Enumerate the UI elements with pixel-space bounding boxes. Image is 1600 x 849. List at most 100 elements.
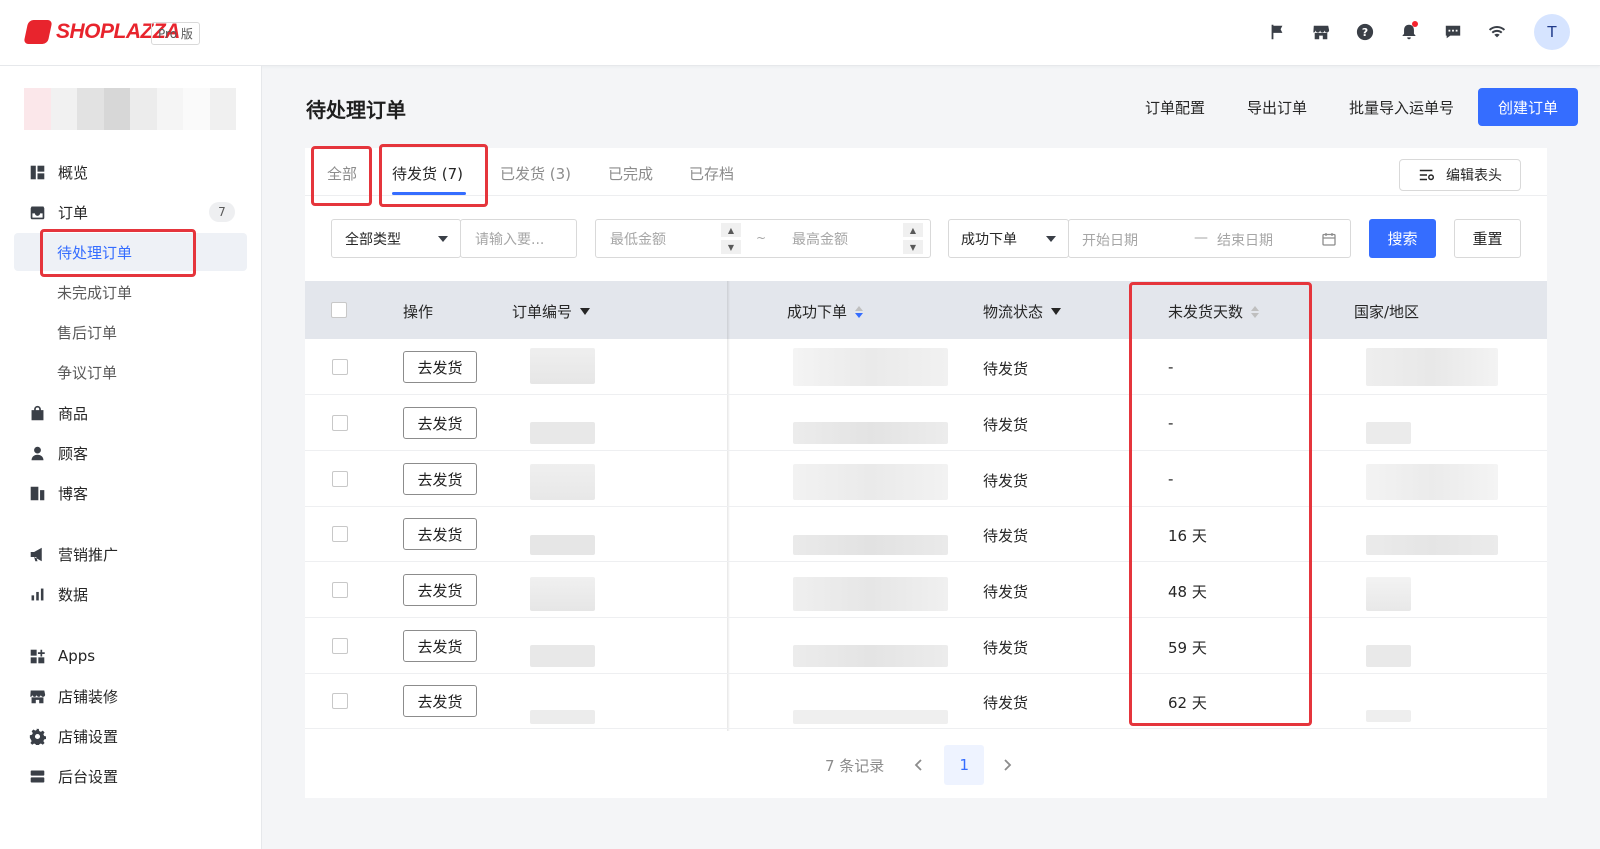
user-avatar[interactable]: T xyxy=(1534,14,1570,50)
reset-button[interactable]: 重置 xyxy=(1454,219,1521,258)
sidebar-item-label: 数据 xyxy=(58,585,89,604)
date-type-select-value: 成功下单 xyxy=(961,231,1017,248)
sidebar-item-after-sales-orders[interactable]: 售后订单 xyxy=(14,313,247,351)
message-icon[interactable] xyxy=(1442,21,1464,43)
filter-dropdown-icon[interactable] xyxy=(1051,308,1062,315)
wifi-icon[interactable] xyxy=(1486,21,1508,43)
sidebar-item-store-settings[interactable]: 店铺设置 xyxy=(14,717,247,755)
sidebar-item-admin-settings[interactable]: 后台设置 xyxy=(14,757,247,795)
sidebar-item-apps[interactable]: Apps xyxy=(14,637,247,675)
sidebar-item-customers[interactable]: 顾客 xyxy=(14,434,247,472)
calendar-icon xyxy=(1322,233,1336,246)
row-checkbox[interactable] xyxy=(332,415,348,431)
column-header-label: 操作 xyxy=(403,303,434,321)
country-redacted xyxy=(1366,710,1411,722)
sidebar-item-blog[interactable]: 博客 xyxy=(14,474,247,512)
highlight-unshipped-days-column xyxy=(1129,282,1312,726)
server-icon xyxy=(28,767,46,785)
row-checkbox[interactable] xyxy=(332,359,348,375)
stepper-down-icon[interactable]: ▼ xyxy=(903,240,923,254)
help-icon[interactable]: ? xyxy=(1354,21,1376,43)
sidebar-item-products[interactable]: 商品 xyxy=(14,394,247,432)
sidebar-item-orders[interactable]: 订单 7 xyxy=(14,193,247,231)
select-all-checkbox[interactable] xyxy=(331,302,347,318)
tab-completed[interactable]: 已完成 xyxy=(608,163,653,184)
ship-order-button[interactable]: 去发货 xyxy=(403,407,477,439)
store-icon[interactable] xyxy=(1310,21,1332,43)
sidebar-item-overview[interactable]: 概览 xyxy=(14,153,247,191)
table-row: 去发货 待发货 16 天 xyxy=(305,507,1547,562)
row-checkbox[interactable] xyxy=(332,638,348,654)
ship-order-button[interactable]: 去发货 xyxy=(403,630,477,662)
ship-order-button[interactable]: 去发货 xyxy=(403,685,477,717)
svg-text:?: ? xyxy=(1362,26,1368,39)
export-orders-button[interactable]: 导出订单 xyxy=(1247,97,1307,118)
keyword-input[interactable]: 请输入要... xyxy=(460,219,577,258)
sidebar-item-label: 概览 xyxy=(58,163,89,182)
row-checkbox[interactable] xyxy=(332,693,348,709)
stepper-up-icon[interactable]: ▲ xyxy=(721,223,741,237)
page-number-button[interactable]: 1 xyxy=(944,745,985,785)
edit-table-header-button[interactable]: 编辑表头 xyxy=(1399,159,1521,191)
sort-icon[interactable] xyxy=(855,305,864,318)
store-name-redacted[interactable] xyxy=(24,88,236,130)
sidebar-item-label: 店铺设置 xyxy=(58,727,119,746)
search-button[interactable]: 搜索 xyxy=(1369,219,1436,258)
column-header-order-date[interactable]: 成功下单 xyxy=(787,301,864,322)
sidebar-item-label: 店铺装修 xyxy=(58,687,119,706)
sidebar-item-disputed-orders[interactable]: 争议订单 xyxy=(14,353,247,391)
column-header-label: 国家/地区 xyxy=(1354,303,1420,321)
order-number-redacted xyxy=(530,535,595,555)
bell-icon[interactable] xyxy=(1398,21,1420,43)
apps-icon xyxy=(28,647,46,665)
sidebar-item-incomplete-orders[interactable]: 未完成订单 xyxy=(14,273,247,311)
chevron-right-icon[interactable] xyxy=(998,756,1016,774)
flag-icon[interactable] xyxy=(1266,21,1288,43)
country-redacted xyxy=(1366,577,1411,611)
sidebar-item-store-design[interactable]: 店铺装修 xyxy=(14,677,247,715)
order-config-button[interactable]: 订单配置 xyxy=(1145,97,1205,118)
filter-dropdown-icon[interactable] xyxy=(580,308,591,315)
sidebar-item-label: 后台设置 xyxy=(58,767,119,786)
row-checkbox[interactable] xyxy=(332,471,348,487)
date-range-picker[interactable]: 开始日期 — 结束日期 xyxy=(1068,219,1351,258)
edit-table-header-label: 编辑表头 xyxy=(1446,168,1502,184)
store-icon xyxy=(28,687,46,705)
sidebar-item-label: 顾客 xyxy=(58,444,89,463)
create-order-button[interactable]: 创建订单 xyxy=(1477,88,1578,126)
start-date-placeholder: 开始日期 xyxy=(1082,233,1138,249)
stepper-down-icon[interactable]: ▼ xyxy=(721,240,741,254)
ship-order-button[interactable]: 去发货 xyxy=(403,463,477,495)
order-type-select[interactable]: 全部类型 xyxy=(331,219,461,258)
country-redacted xyxy=(1366,464,1498,500)
max-amount-input[interactable]: 最高金额 ▲ ▼ xyxy=(778,220,931,257)
column-header-logistics-status[interactable]: 物流状态 xyxy=(983,301,1062,322)
amount-range-input: 最低金额 ▲ ▼ ~ 最高金额 ▲ ▼ xyxy=(595,219,931,258)
blog-icon xyxy=(28,484,46,502)
column-header-order-number[interactable]: 订单编号 xyxy=(512,301,591,322)
tab-archived[interactable]: 已存档 xyxy=(689,163,734,184)
inbox-icon xyxy=(28,203,46,221)
ship-order-button[interactable]: 去发货 xyxy=(403,518,477,550)
bulk-import-tracking-button[interactable]: 批量导入运单号 xyxy=(1349,97,1454,118)
amount-range-separator: ~ xyxy=(756,231,767,245)
date-type-select[interactable]: 成功下单 xyxy=(948,219,1069,258)
order-number-redacted xyxy=(530,464,595,500)
notification-dot xyxy=(1412,21,1418,27)
stepper-up-icon[interactable]: ▲ xyxy=(903,223,923,237)
sidebar-item-analytics[interactable]: 数据 xyxy=(14,575,247,613)
row-checkbox[interactable] xyxy=(332,582,348,598)
country-redacted xyxy=(1366,422,1411,444)
table-row: 去发货 待发货 - xyxy=(305,340,1547,395)
max-amount-stepper[interactable]: ▲ ▼ xyxy=(903,223,923,254)
ship-order-button[interactable]: 去发货 xyxy=(403,351,477,383)
chevron-left-icon[interactable] xyxy=(910,756,928,774)
min-amount-stepper[interactable]: ▲ ▼ xyxy=(721,223,741,254)
country-redacted xyxy=(1366,348,1498,386)
logistics-status: 待发货 xyxy=(983,360,1029,378)
min-amount-input[interactable]: 最低金额 ▲ ▼ xyxy=(596,220,749,257)
ship-order-button[interactable]: 去发货 xyxy=(403,574,477,606)
row-checkbox[interactable] xyxy=(332,526,348,542)
sidebar-item-marketing[interactable]: 营销推广 xyxy=(14,535,247,573)
tab-shipped[interactable]: 已发货 (3) xyxy=(500,163,571,184)
